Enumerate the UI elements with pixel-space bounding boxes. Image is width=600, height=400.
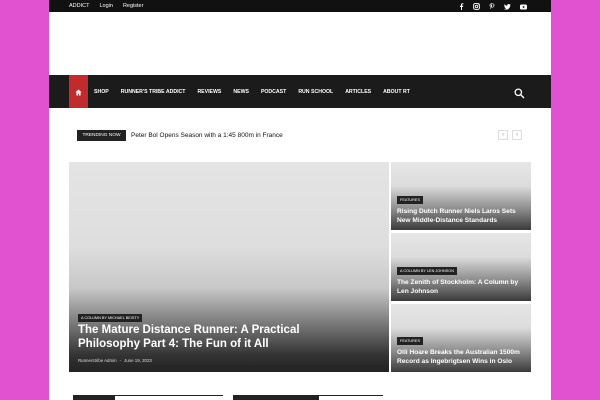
- nav-item-shop[interactable]: SHOP: [88, 89, 115, 95]
- nav-items: SHOP RUNNER'S TRIBE ADDICT REVIEWS NEWS …: [88, 75, 416, 108]
- trending-headline-link[interactable]: Peter Bol Opens Season with a 1:45 800m …: [131, 130, 283, 141]
- meta-separator: -: [119, 358, 122, 363]
- featured-title[interactable]: The Mature Distance Runner: A Practical …: [78, 323, 328, 351]
- twitter-icon[interactable]: [504, 0, 511, 15]
- nav-item-reviews[interactable]: REVIEWS: [191, 89, 227, 95]
- featured-author[interactable]: Runnerstribe Admin: [78, 358, 117, 363]
- side-card-category-badge[interactable]: FEATURES: [397, 196, 423, 204]
- side-card-title[interactable]: Olli Hoare Breaks the Australian 1500m R…: [397, 348, 525, 366]
- featured-article[interactable]: A COLUMN BY MICHAEL BEISTY The Mature Di…: [69, 162, 389, 372]
- side-card-title[interactable]: Rising Dutch Runner Niels Laros Sets New…: [397, 207, 525, 225]
- top-link-login[interactable]: Login: [99, 0, 112, 12]
- trending-prev-button[interactable]: ‹: [498, 130, 508, 140]
- nav-item-runners-tribe-addict[interactable]: RUNNER'S TRIBE ADDICT: [115, 89, 192, 95]
- nav-item-articles[interactable]: ARTICLES: [339, 89, 377, 95]
- home-button[interactable]: [69, 75, 88, 108]
- side-card-title[interactable]: The Zenith of Stockholm: A Column by Len…: [397, 278, 525, 296]
- side-card-category-badge[interactable]: A COLUMN BY LEN JOHNSON: [397, 267, 457, 275]
- youtube-icon[interactable]: [520, 0, 527, 15]
- side-card-2[interactable]: A COLUMN BY LEN JOHNSON The Zenith of St…: [391, 233, 531, 301]
- nav-item-run-school[interactable]: RUN SCHOOL: [292, 89, 339, 95]
- top-link-register[interactable]: Register: [123, 0, 143, 12]
- instagram-icon[interactable]: [473, 0, 480, 15]
- side-card-category-badge[interactable]: FEATURES: [397, 337, 423, 345]
- social-links: [459, 0, 527, 12]
- top-bar: ADDICT Login Register: [49, 0, 551, 12]
- featured-meta: Runnerstribe Admin - June 19, 2023: [78, 358, 152, 363]
- section-header-right: [233, 395, 383, 400]
- search-icon[interactable]: [514, 86, 525, 99]
- home-icon: [75, 83, 82, 101]
- top-links: ADDICT Login Register: [69, 0, 143, 12]
- top-link-addict[interactable]: ADDICT: [69, 0, 89, 12]
- side-card-1[interactable]: FEATURES Rising Dutch Runner Niels Laros…: [391, 162, 531, 230]
- main-nav: SHOP RUNNER'S TRIBE ADDICT REVIEWS NEWS …: [49, 75, 551, 108]
- nav-item-podcast[interactable]: PODCAST: [255, 89, 292, 95]
- featured-category-badge[interactable]: A COLUMN BY MICHAEL BEISTY: [78, 314, 143, 322]
- trending-next-button[interactable]: ›: [512, 130, 522, 140]
- featured-date: June 19, 2023: [124, 358, 152, 363]
- section-header-left: [73, 395, 223, 400]
- facebook-icon[interactable]: [459, 0, 464, 15]
- page-container: ADDICT Login Register SHOP RUNNER'S TRIB…: [49, 0, 551, 400]
- trending-label: TRENDING NOW: [77, 130, 126, 141]
- nav-item-about-rt[interactable]: ABOUT RT: [377, 89, 416, 95]
- side-card-3[interactable]: FEATURES Olli Hoare Breaks the Australia…: [391, 304, 531, 372]
- pinterest-icon[interactable]: [489, 0, 495, 15]
- nav-item-news[interactable]: NEWS: [227, 89, 255, 95]
